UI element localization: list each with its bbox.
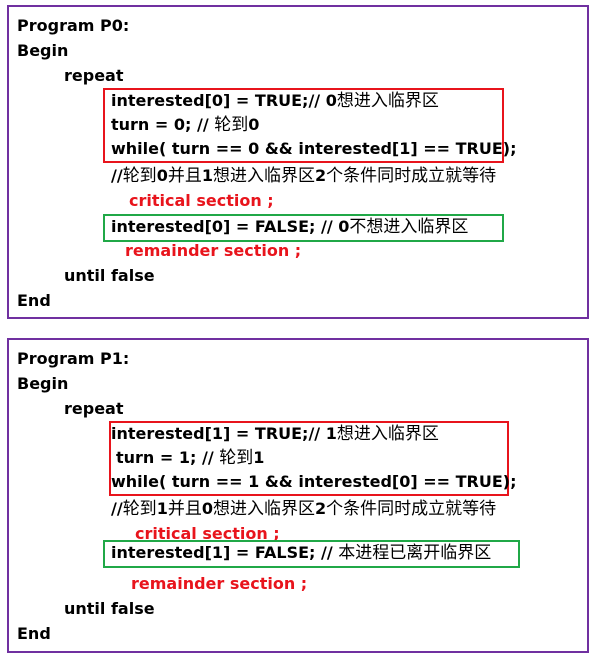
begin-keyword: Begin	[17, 374, 69, 393]
code-line-turn: turn = 0; // 轮到0	[111, 115, 259, 135]
comment-text: 轮到	[219, 448, 254, 468]
repeat-keyword: repeat	[64, 399, 124, 418]
remainder-section-label: remainder section ;	[131, 574, 308, 593]
until-false-keyword: until false	[64, 599, 155, 618]
comment-part: 轮到	[122, 166, 157, 186]
comment-part: 并且	[167, 499, 202, 519]
comment-part: //	[111, 499, 123, 518]
comment-part: //	[111, 166, 123, 185]
comment-part: 2	[314, 166, 327, 185]
until-false-keyword: until false	[64, 266, 155, 285]
end-keyword: End	[17, 291, 51, 310]
code-text: 1	[253, 448, 265, 467]
comment-text: 不想进入临界区	[349, 217, 469, 237]
program-p1-panel: Program P1: Begin repeat interested[1] =…	[7, 338, 589, 653]
repeat-keyword: repeat	[64, 66, 124, 85]
code-text: interested[0] = FALSE; // 0	[111, 217, 350, 236]
program-title: Program P0:	[17, 16, 130, 35]
code-line-while: while( turn == 0 && interested[1] == TRU…	[111, 139, 517, 158]
code-line-interested-true: interested[1] = TRUE;// 1想进入临界区	[111, 424, 439, 444]
comment-part: 想进入临界区	[212, 166, 315, 186]
comment-text: 本进程已离开临界区	[338, 543, 492, 563]
code-text: turn = 1; //	[116, 448, 220, 467]
code-text: interested[0] = TRUE;// 0	[111, 91, 337, 110]
comment-part: 个条件同时成立就等待	[326, 166, 497, 186]
code-line-interested-true: interested[0] = TRUE;// 0想进入临界区	[111, 91, 439, 111]
code-line-while: while( turn == 1 && interested[0] == TRU…	[111, 472, 517, 491]
wait-comment: //轮到1并且0想进入临界区2个条件同时成立就等待	[111, 499, 496, 519]
code-text: interested[1] = FALSE; //	[111, 543, 339, 562]
begin-keyword: Begin	[17, 41, 69, 60]
end-keyword: End	[17, 624, 51, 643]
comment-part: 0	[201, 499, 213, 518]
remainder-section-label: remainder section ;	[125, 241, 302, 260]
comment-text: 想进入临界区	[336, 91, 439, 111]
code-line-turn: turn = 1; // 轮到1	[116, 448, 264, 468]
code-text: turn = 0; //	[111, 115, 215, 134]
wait-comment: //轮到0并且1想进入临界区2个条件同时成立就等待	[111, 166, 496, 186]
comment-text: 轮到	[214, 115, 249, 135]
comment-part: 1	[201, 166, 213, 185]
comment-part: 个条件同时成立就等待	[326, 499, 497, 519]
comment-part: 想进入临界区	[212, 499, 315, 519]
comment-part: 并且	[167, 166, 202, 186]
comment-part: 轮到	[122, 499, 157, 519]
code-text: 0	[248, 115, 260, 134]
code-line-interested-false: interested[0] = FALSE; // 0不想进入临界区	[111, 217, 468, 237]
comment-text: 想进入临界区	[336, 424, 439, 444]
program-title: Program P1:	[17, 349, 130, 368]
code-line-interested-false: interested[1] = FALSE; // 本进程已离开临界区	[111, 543, 491, 563]
comment-part: 0	[156, 166, 168, 185]
comment-part: 2	[314, 499, 327, 518]
code-text: interested[1] = TRUE;// 1	[111, 424, 337, 443]
critical-section-label: critical section ;	[129, 191, 274, 210]
program-p0-panel: Program P0: Begin repeat interested[0] =…	[7, 5, 589, 319]
comment-part: 1	[156, 499, 168, 518]
